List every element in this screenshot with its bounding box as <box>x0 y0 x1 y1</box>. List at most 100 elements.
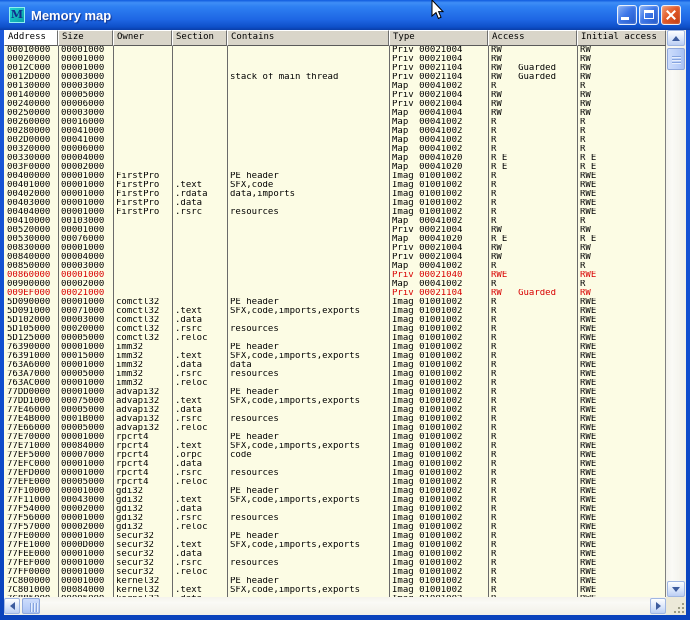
table-row[interactable]: 009EF00000021000Priv 00021104RW GuardedR… <box>4 289 665 298</box>
cell-initial: RW <box>577 100 666 109</box>
table-row[interactable]: 0001000000001000Priv 00021004RWRW <box>4 46 665 55</box>
close-button[interactable] <box>661 5 681 25</box>
table-row[interactable]: 77E7000000001000rpcrt4PE headerImag 0100… <box>4 433 665 442</box>
table-row[interactable]: 7C80100000084000kernel32.textSFX,code,im… <box>4 586 665 595</box>
horizontal-scrollbar[interactable] <box>4 597 666 615</box>
table-row[interactable]: 0033000000004000Map 00041020R ER E <box>4 154 665 163</box>
header-address[interactable]: Address <box>4 30 58 46</box>
maximize-button[interactable] <box>639 5 659 25</box>
header-type[interactable]: Type <box>389 30 488 46</box>
cell-type: Map 00041020 <box>389 154 488 163</box>
table-row[interactable]: 77FEF00000001000secur32.rsrcresourcesIma… <box>4 559 665 568</box>
scroll-right-button[interactable] <box>650 598 666 614</box>
header-initial-access[interactable]: Initial access <box>577 30 666 46</box>
table-row[interactable]: 0085000000003000Map 00041002RR <box>4 262 665 271</box>
table-row[interactable]: 77E7100000084000rpcrt4.textSFX,code,impo… <box>4 442 665 451</box>
table-row[interactable]: 5D10200000003000comctl32.dataImag 010010… <box>4 316 665 325</box>
cell-size: 00007000 <box>58 451 113 460</box>
header-contains[interactable]: Contains <box>227 30 389 46</box>
table-row[interactable]: 0026000000016000Map 00041002RR <box>4 118 665 127</box>
cell-type: Imag 01001002 <box>389 343 488 352</box>
table-row[interactable]: 0086000000001000Priv 00021040RWERWE <box>4 271 665 280</box>
table-row[interactable]: 77F5600000001000gdi32.rsrcresourcesImag … <box>4 514 665 523</box>
cell-size: 00084000 <box>58 442 113 451</box>
table-row[interactable]: 77EFD00000001000rpcrt4.rsrcresourcesImag… <box>4 469 665 478</box>
table-row[interactable]: 0040200000001000FirstPro.rdatadata,impor… <box>4 190 665 199</box>
table-row[interactable]: 003F000000002000Map 00041020R ER E <box>4 163 665 172</box>
header-access[interactable]: Access <box>488 30 577 46</box>
table-row[interactable]: 5D12500000005000comctl32.relocImag 01001… <box>4 334 665 343</box>
table-row[interactable]: 0052000000001000Priv 00021004RWRW <box>4 226 665 235</box>
table-row[interactable]: 0002000000001000Priv 00021004RWRW <box>4 55 665 64</box>
table-row[interactable]: 7639000000001000imm32PE headerImag 01001… <box>4 343 665 352</box>
table-row[interactable]: 77F1000000001000gdi32PE headerImag 01001… <box>4 487 665 496</box>
resize-grip-icon <box>682 603 684 605</box>
table-row[interactable]: 0012D00000003000stack of main threadPriv… <box>4 73 665 82</box>
horizontal-scrollbar-thumb[interactable] <box>22 598 40 614</box>
table-row[interactable]: 0014000000005000Priv 00021004RWRW <box>4 91 665 100</box>
cell-size: 00005000 <box>58 478 113 487</box>
table-row[interactable]: 5D10500000020000comctl32.rsrcresourcesIm… <box>4 325 665 334</box>
vertical-scrollbar-thumb[interactable] <box>667 48 685 70</box>
table-row[interactable]: 77EFC00000001000rpcrt4.dataImag 01001002… <box>4 460 665 469</box>
table-row[interactable]: 77E4B0000001B000advapi32.rsrcresourcesIm… <box>4 415 665 424</box>
cell-access: RW <box>488 91 577 100</box>
table-row[interactable]: 002D000000041000Map 00041002RR <box>4 136 665 145</box>
table-row[interactable]: 0012C00000001000Priv 00021104RW GuardedR… <box>4 64 665 73</box>
cell-owner: advapi32 <box>113 424 172 433</box>
table-row[interactable]: 7C80000000001000kernel32PE headerImag 01… <box>4 577 665 586</box>
table-row[interactable]: 5D09100000071000comctl32.textSFX,code,im… <box>4 307 665 316</box>
cell-initial: RWE <box>577 577 666 586</box>
table-row[interactable]: 77EFE00000005000rpcrt4.relocImag 0100100… <box>4 478 665 487</box>
table-row[interactable]: 763A600000001000imm32.datadataImag 01001… <box>4 361 665 370</box>
table-row[interactable]: 77E4600000005000advapi32.dataImag 010010… <box>4 406 665 415</box>
table-row[interactable]: 77FF000000001000secur32.relocImag 010010… <box>4 568 665 577</box>
table-row[interactable]: 763AC00000001000imm32.relocImag 01001002… <box>4 379 665 388</box>
cell-section: .text <box>172 496 227 505</box>
table-row[interactable]: 0013000000003000Map 00041002RR <box>4 82 665 91</box>
table-row[interactable]: 0083000000001000Priv 00021004RWRW <box>4 244 665 253</box>
cell-initial: RW <box>577 73 666 82</box>
table-row[interactable]: 77EF500000007000rpcrt4.orpccodeImag 0100… <box>4 451 665 460</box>
cell-access: R <box>488 388 577 397</box>
resize-corner[interactable] <box>666 597 686 615</box>
table-row[interactable]: 0040000000001000FirstProPE headerImag 01… <box>4 172 665 181</box>
table-row[interactable]: 77F1100000043000gdi32.textSFX,code,impor… <box>4 496 665 505</box>
titlebar[interactable]: M Memory map <box>0 0 690 30</box>
scroll-down-button[interactable] <box>667 581 685 597</box>
vertical-scrollbar[interactable] <box>666 30 686 597</box>
table-row[interactable]: 77F5400000002000gdi32.dataImag 01001002R… <box>4 505 665 514</box>
table-row[interactable]: 0032000000006000Map 00041002RR <box>4 145 665 154</box>
table-row[interactable]: 0028000000041000Map 00041002RR <box>4 127 665 136</box>
table-row[interactable]: 0040400000001000FirstPro.rsrcresourcesIm… <box>4 208 665 217</box>
cell-contains <box>227 163 389 172</box>
table-row[interactable]: 77FE10000000D000secur32.textSFX,code,imp… <box>4 541 665 550</box>
table-row[interactable]: 7C88500000005000kernel32.dataImag 010010… <box>4 595 665 597</box>
table-row[interactable]: 77DD100000075000advapi32.textSFX,code,im… <box>4 397 665 406</box>
table-row[interactable]: 0025000000003000Map 00041004RWRW <box>4 109 665 118</box>
table-row[interactable]: 77FEE00000001000secur32.dataImag 0100100… <box>4 550 665 559</box>
table-row[interactable]: 7639100000015000imm32.textSFX,code,impor… <box>4 352 665 361</box>
table-row[interactable]: 763A700000005000imm32.rsrcresourcesImag … <box>4 370 665 379</box>
table-row[interactable]: 77F5700000002000gdi32.relocImag 01001002… <box>4 523 665 532</box>
table-row[interactable]: 0090000000002000Map 00041002RR <box>4 280 665 289</box>
cell-contains <box>227 271 389 280</box>
table-row[interactable]: 0053000000076000Map 00041020R ER E <box>4 235 665 244</box>
table-row[interactable]: 0040100000001000FirstPro.textSFX,codeIma… <box>4 181 665 190</box>
scroll-up-button[interactable] <box>667 30 685 46</box>
table-row[interactable]: 77E6600000005000advapi32.relocImag 01001… <box>4 424 665 433</box>
table-row[interactable]: 0084000000004000Priv 00021004RWRW <box>4 253 665 262</box>
cell-initial: R <box>577 82 666 91</box>
cell-owner <box>113 271 172 280</box>
header-owner[interactable]: Owner <box>113 30 172 46</box>
scroll-left-button[interactable] <box>4 598 20 614</box>
table-row[interactable]: 0040300000001000FirstPro.dataImag 010010… <box>4 199 665 208</box>
table-row[interactable]: 77DD000000001000advapi32PE headerImag 01… <box>4 388 665 397</box>
minimize-button[interactable] <box>617 5 637 25</box>
header-section[interactable]: Section <box>172 30 227 46</box>
table-row[interactable]: 0024000000006000Priv 00021004RWRW <box>4 100 665 109</box>
table-row[interactable]: 77FE000000001000secur32PE headerImag 010… <box>4 532 665 541</box>
header-size[interactable]: Size <box>58 30 113 46</box>
table-row[interactable]: 0041000000103000Map 00041002RR <box>4 217 665 226</box>
table-row[interactable]: 5D09000000001000comctl32PE headerImag 01… <box>4 298 665 307</box>
